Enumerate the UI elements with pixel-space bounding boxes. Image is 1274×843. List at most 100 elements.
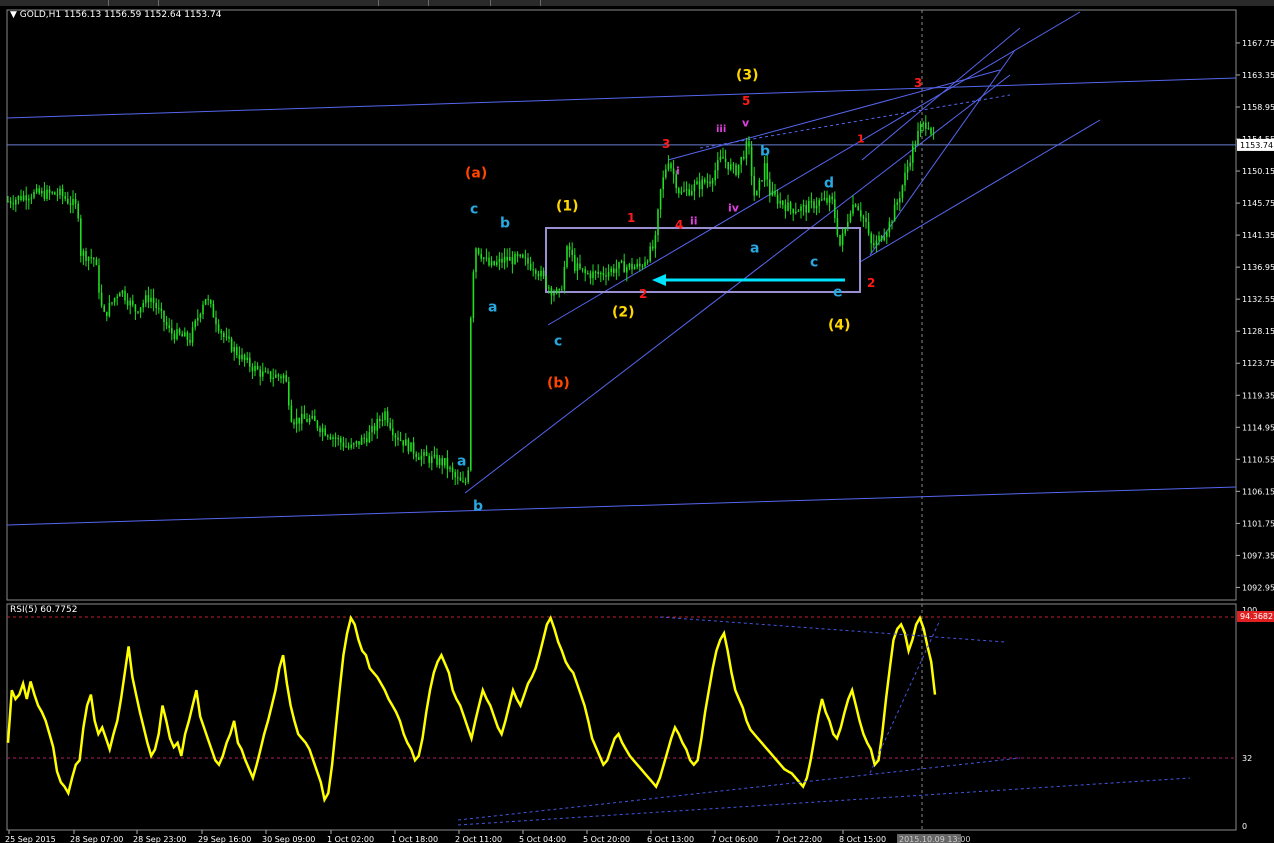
candle-body [9,201,12,204]
wave-label[interactable]: 2 [867,276,875,290]
candle-body [137,311,139,313]
wave-label[interactable]: 1 [627,211,635,225]
candle-body [220,331,222,334]
candle-body [730,164,732,170]
candle-body [579,263,581,269]
wave-label[interactable]: (a) [465,166,487,182]
candle-body [600,272,602,275]
candle-body [438,458,441,465]
candle-body [493,261,495,265]
wave-label[interactable]: (4) [828,318,851,334]
candle-body [732,164,735,166]
candle-body [176,329,178,340]
wave-label[interactable]: 3 [662,137,670,151]
candle-body [87,257,90,261]
candle-body [542,270,545,277]
candle-body [589,273,592,279]
wave-label[interactable]: (1) [556,199,579,215]
candle-body [743,156,745,159]
wave-label[interactable]: 5 [742,94,750,108]
wave-label[interactable]: d [824,176,834,192]
candle-body [509,257,511,261]
wave-label[interactable]: ii [690,214,698,227]
candle-body [815,205,818,209]
candle-body [662,177,664,190]
candle-body [457,477,459,479]
candle-body [847,221,849,229]
wave-label[interactable]: b [500,216,510,232]
wave-label[interactable]: v [742,116,750,129]
wave-label[interactable]: a [457,454,466,470]
candle-body [139,307,142,313]
time-axis-label: 7 Oct 06:00 [711,835,758,843]
candle-body [415,453,417,458]
wave-label[interactable]: 4 [675,218,683,232]
wave-label[interactable]: c [810,255,818,271]
dropdown-triangle-icon[interactable]: ▼ [10,10,17,20]
candle-body [147,295,150,302]
candle-body [100,292,103,306]
candle-body [324,428,326,436]
candle-body [217,324,220,332]
candle-body [334,437,337,439]
wave-label[interactable]: 2 [639,287,647,301]
candle-body [238,355,241,360]
candle-body [899,198,901,203]
candle-body [256,365,259,370]
candle-body [909,162,911,167]
candle-body [306,418,308,422]
price-chart-canvas[interactable]: 1167.751163.351158.951154.551150.151145.… [0,0,1274,843]
candle-body [537,273,540,277]
candle-body [199,314,202,318]
wave-label[interactable]: c [554,334,562,350]
candle-body [839,235,841,246]
candle-body [813,201,815,209]
candle-body [108,302,111,317]
candle-body [327,435,329,437]
wave-label[interactable]: b [473,499,483,515]
candle-body [163,310,165,323]
wave-label[interactable]: e [833,285,843,301]
candle-body [758,180,761,191]
candle-body [230,338,233,352]
candle-body [121,290,124,294]
candle-body [342,442,345,447]
candle-body [303,413,306,419]
wave-label[interactable]: iii [716,124,726,135]
wave-label[interactable]: b [760,144,770,160]
price-axis-label: 1145.75 [1242,199,1274,208]
candle-body [698,181,701,190]
candle-body [74,199,77,204]
candle-body [925,122,927,129]
wave-label[interactable]: (b) [547,376,570,392]
wave-label[interactable]: c [470,202,478,218]
candle-body [841,233,844,246]
price-axis-label: 1114.95 [1242,423,1274,432]
candle-body [246,357,248,360]
wave-label[interactable]: a [750,241,759,257]
candle-body [345,446,347,448]
candle-body [610,268,612,273]
candle-body [808,201,810,213]
symbol-header-text: GOLD,H1 1156.13 1156.59 1152.64 1153.74 [19,10,222,20]
candle-body [173,333,176,340]
candle-body [571,249,573,255]
candle-body [615,268,618,273]
candle-body [584,269,586,274]
time-axis-label: 30 Sep 09:00 [262,835,315,843]
candle-body [548,287,550,289]
wave-label[interactable]: iv [728,201,740,214]
time-axis-label: 28 Sep 07:00 [70,835,123,843]
candle-body [178,329,181,334]
wave-label[interactable]: a [488,300,497,316]
wave-label[interactable]: (3) [736,68,759,84]
candle-body [639,263,641,267]
wave-label[interactable]: i [676,164,680,177]
wave-label[interactable]: (2) [612,305,635,321]
wave-label[interactable]: 3 [914,76,922,90]
wave-label[interactable]: 1 [857,132,865,145]
candle-body [592,271,594,279]
candle-body [519,254,521,257]
candle-body [15,199,17,205]
candle-body [818,200,820,206]
